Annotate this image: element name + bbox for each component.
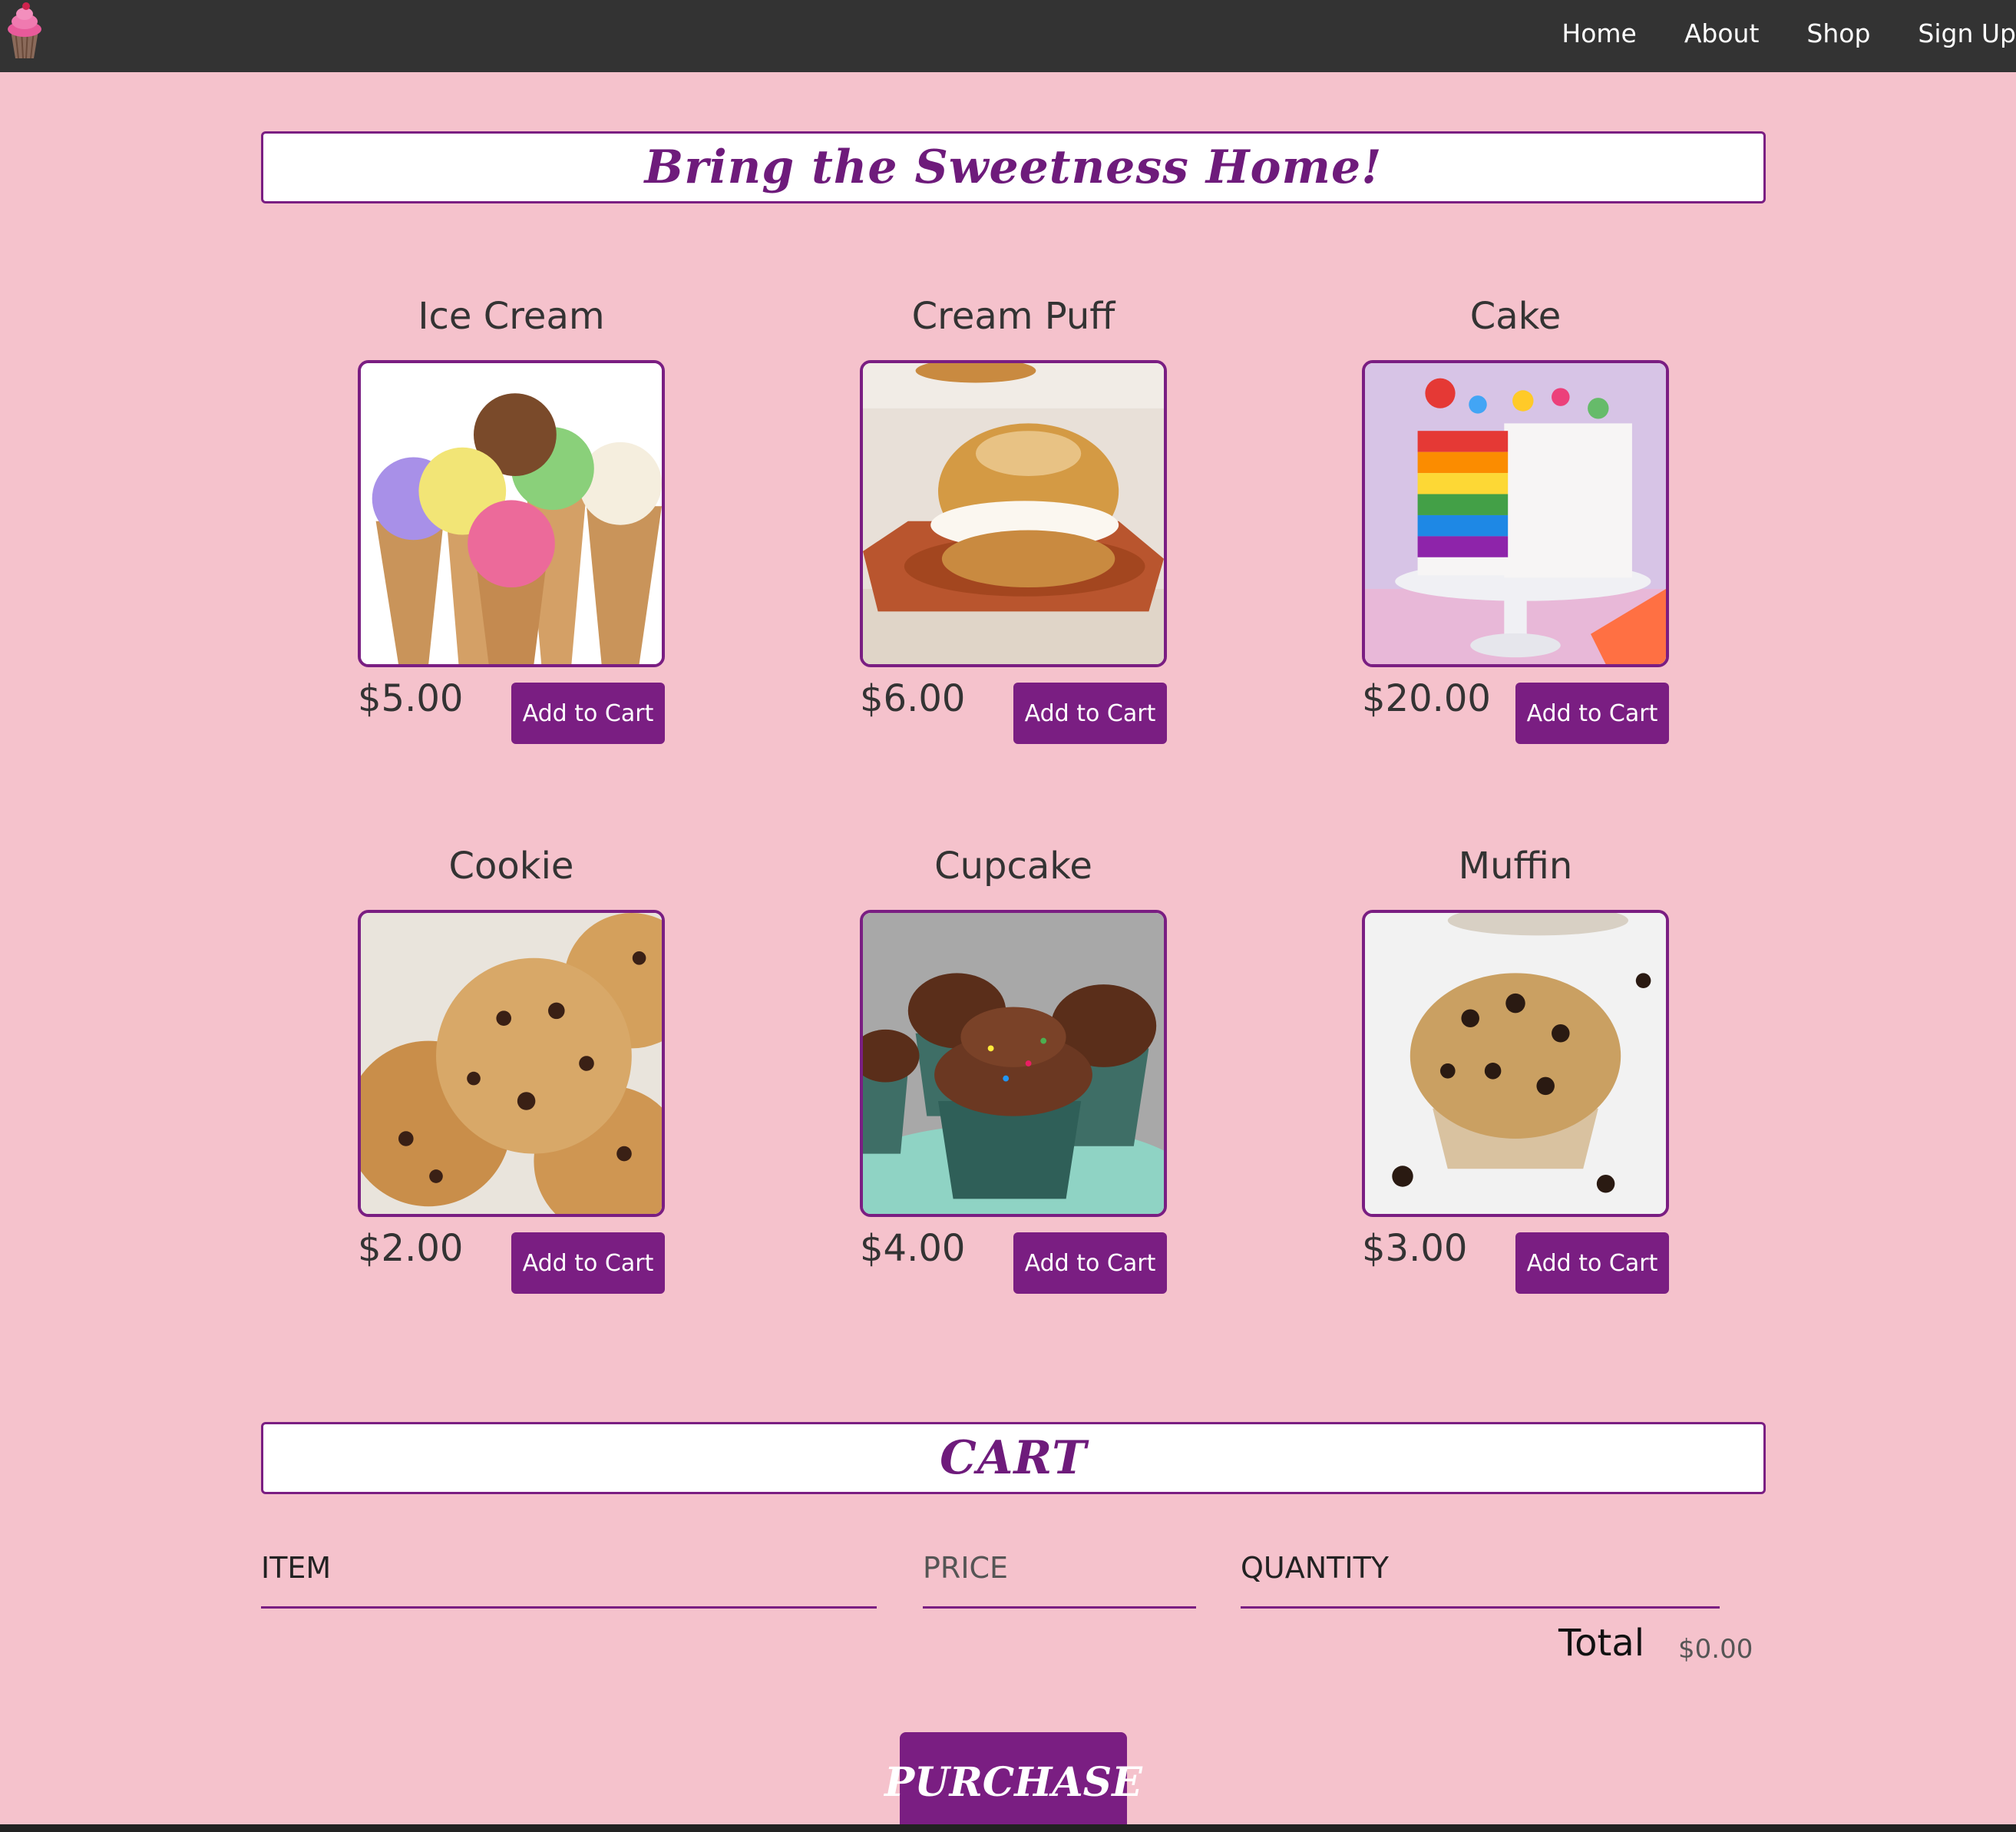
nav-shop-link[interactable]: Shop [1806,18,1870,48]
bottom-edge-strip [0,1824,2016,1832]
add-to-cart-button[interactable]: Add to Cart [511,1232,665,1294]
cupcake-icon [860,910,1167,1217]
product-price: $6.00 [860,677,966,720]
add-to-cart-button[interactable]: Add to Cart [1013,683,1167,744]
cake-icon [1362,360,1669,667]
product-price: $4.00 [860,1227,966,1270]
cupcake-logo-icon[interactable] [0,0,49,61]
product-title: Cupcake [934,845,1092,888]
purchase-button[interactable]: PURCHASE [884,1732,1142,1832]
cart-total-value: $0.00 [1678,1634,1753,1665]
cookie-icon [358,910,665,1217]
nav-links: Home About Shop Sign Up [1562,0,2016,66]
add-to-cart-button[interactable]: Add to Cart [511,683,665,744]
product-title: Muffin [1458,845,1573,888]
top-navbar: Home About Shop Sign Up [0,0,2016,72]
cart-heading: CART [940,1431,1087,1485]
purchase-button-label: PURCHASE [884,1758,1142,1806]
nav-signup-link[interactable]: Sign Up [1918,18,2016,48]
cart-heading-box: CART [261,1422,1766,1494]
product-title: Ice Cream [418,295,605,338]
nav-about-link[interactable]: About [1684,18,1760,48]
shop-heading: Bring the Sweetness Home! [644,141,1383,194]
cart-column-price: PRICE [923,1551,1196,1609]
product-title: Cream Puff [911,295,1115,338]
nav-home-link[interactable]: Home [1562,18,1636,48]
ice-cream-icon [358,360,665,667]
muffin-icon [1362,910,1669,1217]
add-to-cart-button[interactable]: Add to Cart [1515,683,1669,744]
product-price: $20.00 [1362,677,1491,720]
cart-column-item: ITEM [261,1551,877,1609]
product-title: Cookie [448,845,574,888]
product-price: $5.00 [358,677,464,720]
product-price: $2.00 [358,1227,464,1270]
cream-puff-icon [860,360,1167,667]
add-to-cart-button[interactable]: Add to Cart [1013,1232,1167,1294]
product-price: $3.00 [1362,1227,1468,1270]
add-to-cart-button[interactable]: Add to Cart [1515,1232,1669,1294]
cart-column-quantity: QUANTITY [1241,1551,1720,1609]
shop-heading-box: Bring the Sweetness Home! [261,131,1766,203]
product-title: Cake [1469,295,1562,338]
cart-total-label: Total [1558,1622,1645,1665]
